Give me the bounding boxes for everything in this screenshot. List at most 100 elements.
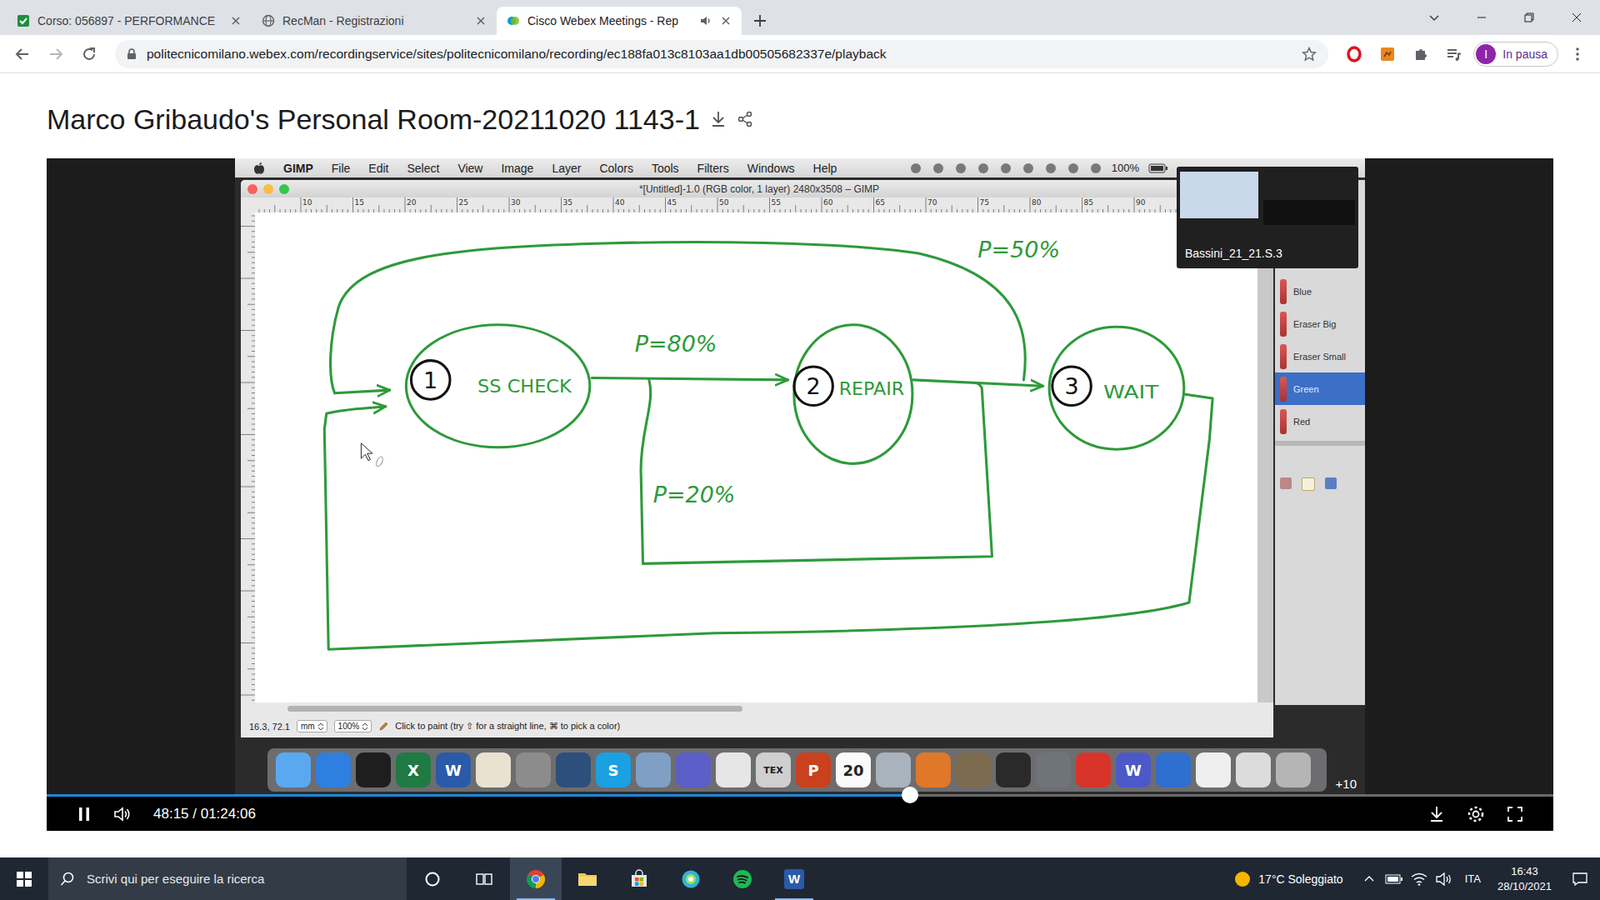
task-view-button[interactable] xyxy=(458,857,510,900)
status-icon[interactable] xyxy=(909,161,923,175)
dock-app-icon[interactable] xyxy=(1075,752,1111,788)
menu-item[interactable]: View xyxy=(457,161,483,175)
taskbar-app[interactable] xyxy=(561,857,614,900)
dock-app-icon[interactable] xyxy=(675,752,711,788)
minimize-light[interactable] xyxy=(263,184,274,195)
download-icon[interactable] xyxy=(1428,805,1445,824)
close-icon[interactable] xyxy=(475,15,487,27)
dock-app-icon[interactable]: W xyxy=(435,752,471,788)
pause-icon[interactable] xyxy=(76,805,92,823)
tray-overflow-button[interactable] xyxy=(1356,857,1382,900)
new-tab-button[interactable] xyxy=(741,6,779,35)
close-light[interactable] xyxy=(247,184,258,195)
dock-app-icon[interactable] xyxy=(635,752,671,788)
close-window-button[interactable] xyxy=(1552,0,1600,35)
brush-item[interactable]: Eraser Big xyxy=(1275,307,1365,340)
apple-icon[interactable] xyxy=(253,161,265,175)
extensions-button[interactable] xyxy=(1406,40,1435,69)
status-icon[interactable] xyxy=(1021,161,1035,175)
zoom-selector[interactable]: 100% xyxy=(334,720,373,733)
taskbar-app[interactable]: W xyxy=(768,857,820,900)
dock-app-icon[interactable] xyxy=(275,752,311,788)
status-icon[interactable] xyxy=(1066,161,1080,175)
brush-item[interactable]: Blue xyxy=(1275,275,1365,308)
menu-item[interactable]: Windows xyxy=(747,161,795,175)
menu-item[interactable]: Help xyxy=(813,161,838,175)
input-language[interactable]: ITA xyxy=(1456,872,1490,885)
menu-item[interactable]: Filters xyxy=(697,161,730,175)
dock-app-icon[interactable] xyxy=(955,752,991,788)
menu-item[interactable]: Layer xyxy=(551,161,581,175)
dock-app-icon[interactable] xyxy=(1155,752,1191,788)
vertical-scrollbar[interactable] xyxy=(1257,212,1274,703)
status-icon[interactable] xyxy=(1089,161,1103,175)
back-button[interactable] xyxy=(8,40,37,69)
seek-bar[interactable] xyxy=(46,794,1554,797)
browser-tab[interactable]: RecMan - Registrazioni xyxy=(251,6,497,35)
share-icon[interactable] xyxy=(736,110,754,128)
menu-item[interactable]: Image xyxy=(500,161,534,175)
minimize-button[interactable] xyxy=(1457,0,1505,35)
battery-button[interactable] xyxy=(1381,857,1407,900)
forward-button[interactable] xyxy=(41,40,70,69)
volume-icon[interactable] xyxy=(113,805,132,823)
extension-button[interactable] xyxy=(1340,40,1369,69)
dock-app-icon[interactable] xyxy=(315,752,351,788)
dock-app-icon[interactable] xyxy=(1035,752,1071,788)
dock-app-icon[interactable]: P xyxy=(795,752,831,788)
reload-button[interactable] xyxy=(75,40,104,69)
taskbar-app[interactable] xyxy=(665,857,717,900)
status-icon[interactable] xyxy=(954,161,968,175)
weather-widget[interactable]: 17°C Soleggiato xyxy=(1226,870,1356,889)
brush-item[interactable]: Eraser Small xyxy=(1275,340,1365,373)
volume-button[interactable] xyxy=(1431,857,1457,900)
restore-button[interactable] xyxy=(1505,0,1553,35)
seek-knob[interactable] xyxy=(901,786,919,804)
dock-app-icon[interactable] xyxy=(1235,752,1271,788)
dock-app-icon[interactable] xyxy=(555,752,591,788)
close-icon[interactable] xyxy=(720,15,732,27)
notifications-button[interactable] xyxy=(1560,857,1600,900)
cortana-button[interactable] xyxy=(406,857,459,900)
download-icon[interactable] xyxy=(710,110,727,129)
dock-app-icon[interactable] xyxy=(875,752,911,788)
menu-item[interactable]: Edit xyxy=(368,161,389,175)
address-bar[interactable]: politecnicomilano.webex.com/recordingser… xyxy=(115,40,1329,69)
fullscreen-icon[interactable] xyxy=(1506,805,1524,823)
menu-item[interactable]: GIMP xyxy=(283,161,314,175)
start-button[interactable] xyxy=(0,857,49,900)
menu-item[interactable]: Colors xyxy=(599,161,633,175)
browser-tab[interactable]: Cisco Webex Meetings - Rep xyxy=(496,6,742,35)
browser-tab[interactable]: Corso: 056897 - PERFORMANCE xyxy=(6,6,252,35)
status-icon[interactable] xyxy=(976,161,990,175)
profile-button[interactable]: IIn pausa xyxy=(1473,41,1559,67)
status-icon[interactable] xyxy=(1044,161,1058,175)
brush-tool-icon[interactable] xyxy=(1280,477,1292,490)
zoom-light[interactable] xyxy=(279,184,290,195)
dock-app-icon[interactable] xyxy=(1275,752,1311,788)
extension-button[interactable] xyxy=(1373,40,1402,69)
status-icon[interactable] xyxy=(931,161,945,175)
speaker-icon[interactable] xyxy=(699,14,713,28)
dock-app-icon[interactable] xyxy=(355,752,391,788)
menu-item[interactable]: Select xyxy=(406,161,440,175)
gear-icon[interactable] xyxy=(1466,805,1485,824)
search-box[interactable]: Scrivi qui per eseguire la ricerca xyxy=(48,857,407,900)
document-icon[interactable] xyxy=(1301,477,1315,491)
scroll-thumb[interactable] xyxy=(287,705,743,712)
panel-menu-icon[interactable] xyxy=(1325,477,1337,490)
brush-item[interactable]: Red xyxy=(1275,405,1365,438)
dock-app-icon[interactable]: X xyxy=(395,752,431,788)
taskbar-app[interactable] xyxy=(716,857,769,900)
participants-badge[interactable]: +10 xyxy=(1335,776,1357,791)
drawing-canvas[interactable]: P=80%P=20%P=50%1SS CHECK2REPAIR3WAIT xyxy=(255,212,1258,703)
unit-selector[interactable]: mm xyxy=(296,720,328,733)
menu-item[interactable]: Tools xyxy=(651,161,680,175)
network-button[interactable] xyxy=(1406,857,1432,900)
dock-app-icon[interactable] xyxy=(715,752,751,788)
dock-app-icon[interactable] xyxy=(995,752,1031,788)
menu-item[interactable]: File xyxy=(331,161,351,175)
dock-app-icon[interactable] xyxy=(515,752,551,788)
media-button[interactable] xyxy=(1440,40,1469,69)
status-icon[interactable] xyxy=(999,161,1013,175)
